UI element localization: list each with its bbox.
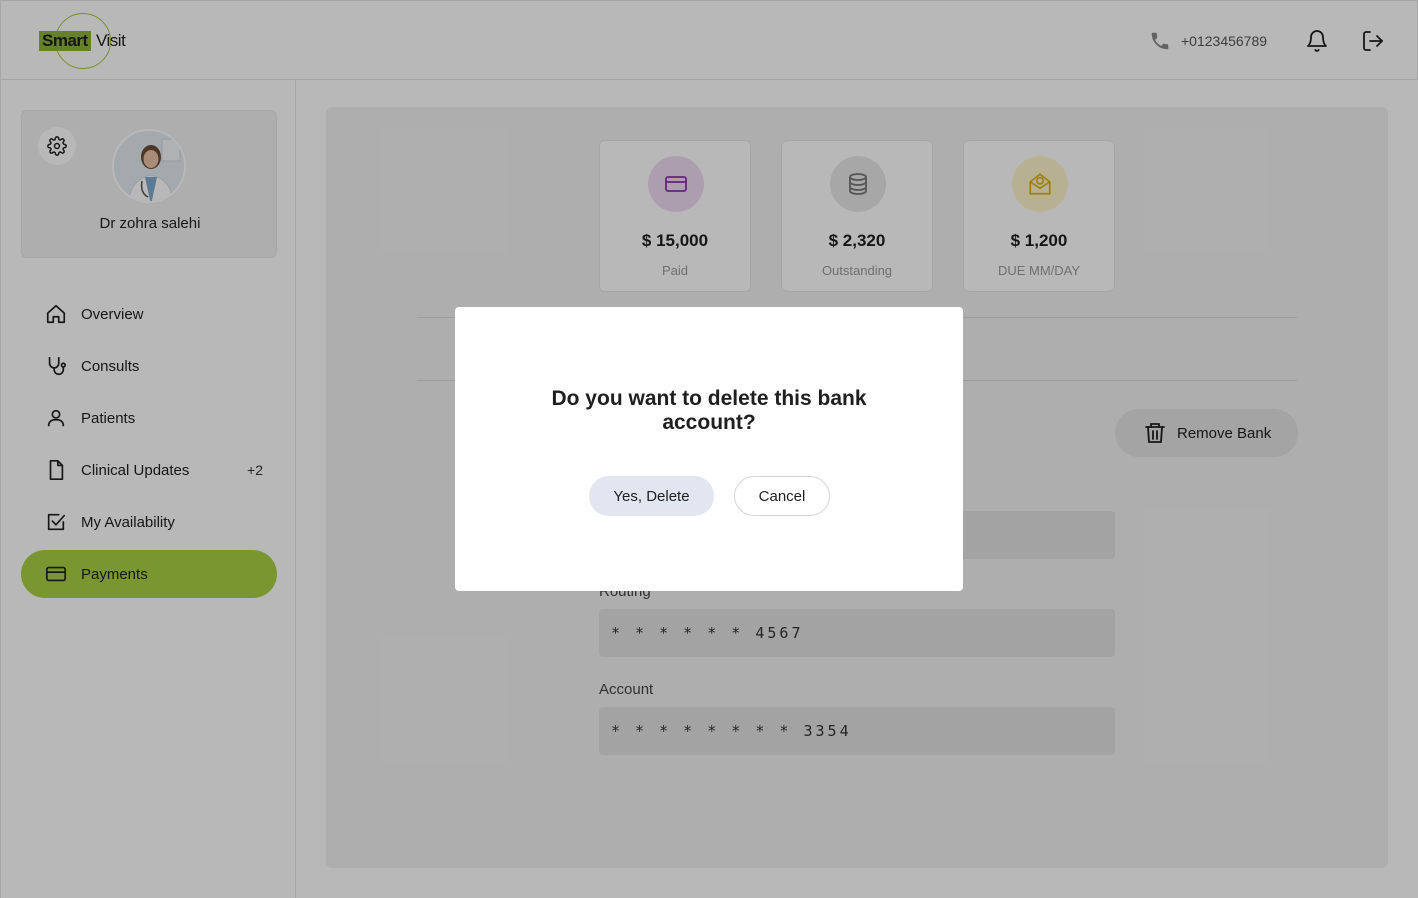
confirm-delete-button[interactable]: Yes, Delete bbox=[589, 476, 714, 516]
dialog-title: Do you want to delete this bank account? bbox=[551, 387, 867, 434]
cancel-button[interactable]: Cancel bbox=[734, 476, 830, 516]
delete-confirmation-dialog: Do you want to delete this bank account?… bbox=[455, 307, 963, 591]
